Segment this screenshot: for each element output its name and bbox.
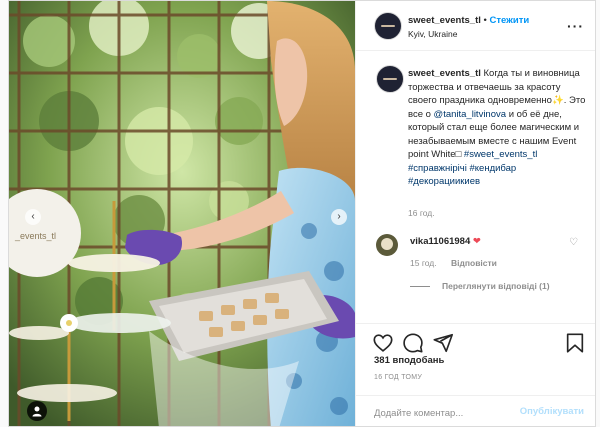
header-username[interactable]: sweet_events_tl <box>408 15 481 26</box>
comment-line: vika11061984 ❤ <box>410 236 481 247</box>
small-heart-icon[interactable]: ♡ <box>569 237 578 248</box>
page-frame: _events_tl ‹ › sweet_events_tl • Стежити… <box>0 0 600 427</box>
heart-icon[interactable] <box>372 332 394 354</box>
bookmark-icon[interactable] <box>564 332 586 354</box>
carousel-next-button[interactable]: › <box>331 209 347 225</box>
caption-avatar[interactable] <box>376 65 404 93</box>
red-heart-emoji: ❤ <box>472 236 481 247</box>
avatar[interactable] <box>374 12 402 40</box>
chevron-right-icon: › <box>337 211 341 222</box>
view-replies-label: Переглянути відповіді (1) <box>442 281 550 291</box>
post-side-panel: sweet_events_tl • Стежити Kyiv, Ukraine … <box>355 1 595 426</box>
location-link[interactable]: Kyiv, Ukraine <box>408 29 457 39</box>
more-options-icon[interactable]: ··· <box>567 18 584 34</box>
instagram-post: _events_tl ‹ › sweet_events_tl • Стежити… <box>8 0 596 427</box>
caption-text: sweet_events_tl Когда ты и виновница тор… <box>408 67 588 189</box>
publish-button[interactable]: Опублікувати <box>520 406 584 417</box>
user-tag-icon <box>32 406 42 417</box>
post-photo[interactable]: _events_tl ‹ › <box>9 1 355 426</box>
comment-bubble-icon[interactable] <box>402 332 424 354</box>
svg-text:_events_tl: _events_tl <box>14 231 56 241</box>
replies-divider-line <box>410 286 430 288</box>
comments-area: sweet_events_tl Когда ты и виновница тор… <box>356 51 595 323</box>
comment-timestamp: 15 год. <box>410 258 437 268</box>
comment-meta: 15 год. Відповісти <box>410 258 497 268</box>
comment-input[interactable] <box>374 405 524 421</box>
view-replies-button[interactable]: Переглянути відповіді (1) <box>410 281 550 291</box>
caption-username[interactable]: sweet_events_tl <box>408 68 481 79</box>
header-user-line: sweet_events_tl • Стежити <box>408 15 529 26</box>
sparkle-icon: ✨ <box>551 95 564 106</box>
chevron-left-icon: ‹ <box>31 211 35 222</box>
paper-plane-icon[interactable] <box>432 332 454 354</box>
commenter-avatar[interactable] <box>376 234 398 256</box>
add-comment-bar: Опублікувати <box>356 395 595 426</box>
commenter-username[interactable]: vika11061984 <box>410 236 470 247</box>
likes-count[interactable]: 381 вподобань <box>374 355 444 366</box>
reply-button[interactable]: Відповісти <box>451 258 497 268</box>
follow-button[interactable]: Стежити <box>489 15 529 26</box>
header-separator: • <box>483 15 487 26</box>
post-date[interactable]: 16 ГОД ТОМУ <box>374 374 422 381</box>
caption-timestamp: 16 год. <box>408 208 435 218</box>
post-header: sweet_events_tl • Стежити Kyiv, Ukraine … <box>356 1 595 51</box>
caption-mention-link[interactable]: @tanita_litvinova <box>434 109 507 120</box>
photo-illustration: _events_tl <box>9 1 355 426</box>
tagged-users-button[interactable] <box>27 401 47 421</box>
carousel-prev-button[interactable]: ‹ <box>25 209 41 225</box>
